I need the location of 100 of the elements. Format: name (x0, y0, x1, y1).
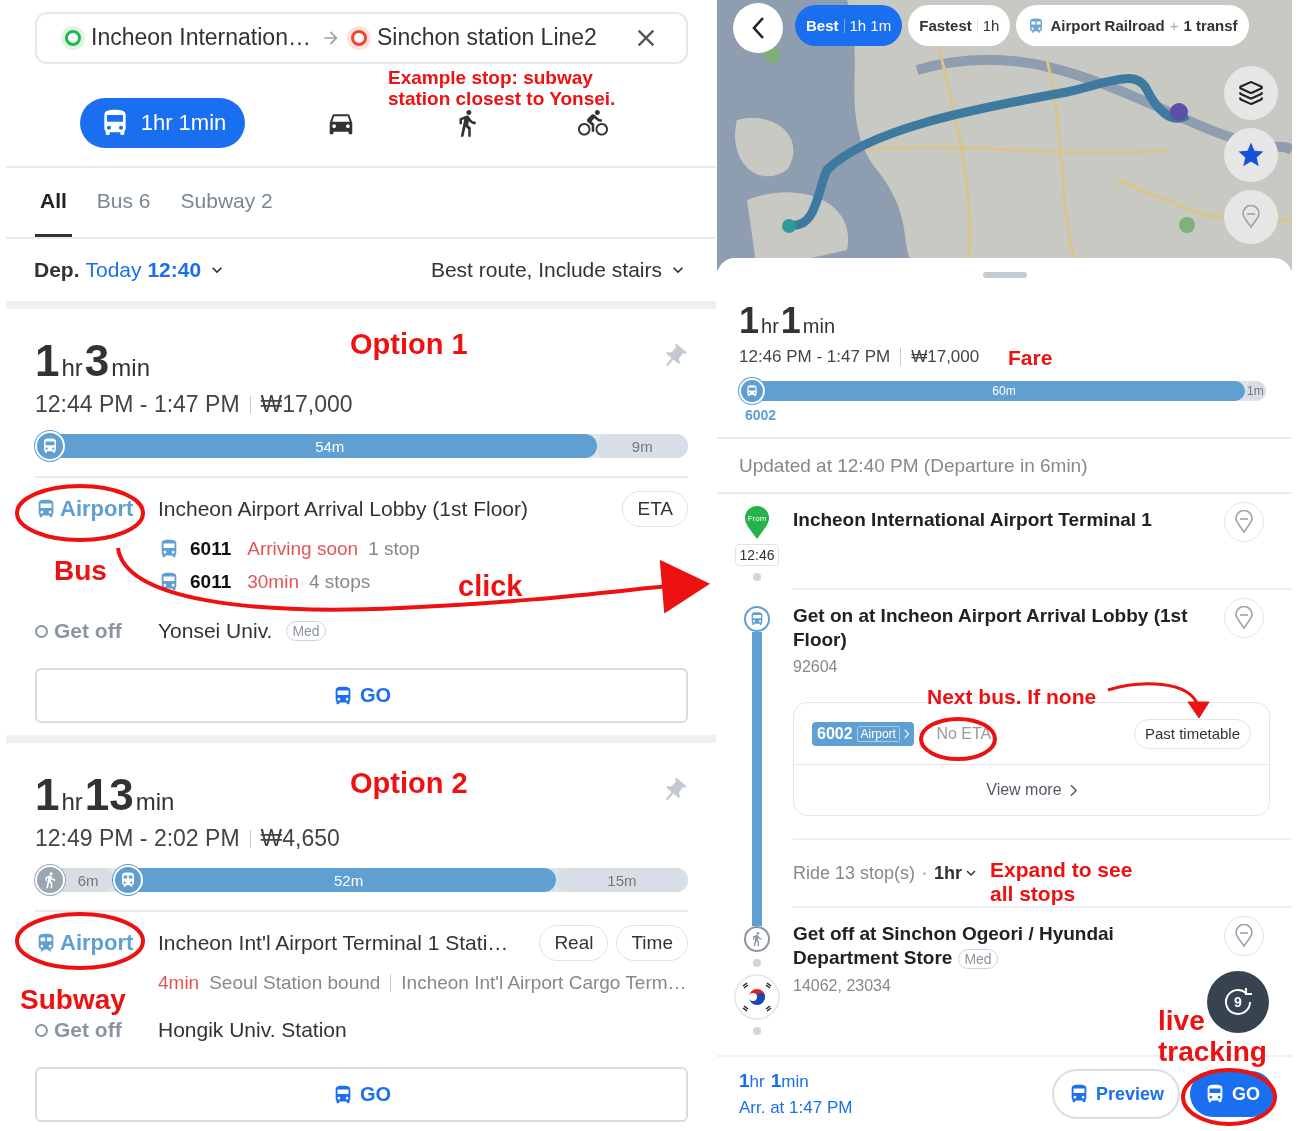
filter-tab[interactable]: Subway 2 (175, 167, 278, 237)
pin-remove-icon (1233, 924, 1255, 948)
route-number: 6011 (190, 537, 232, 560)
minutes-unit: min (802, 316, 836, 336)
eta-text: Arriving soon (247, 537, 359, 560)
annotation-note: Bus (54, 555, 107, 587)
view-more-button[interactable]: View more (794, 765, 1269, 815)
stop-code: 92604 (793, 658, 839, 676)
minutes-value: 1 (780, 303, 801, 339)
filter-tab[interactable]: Bus 6 (91, 167, 156, 237)
flag-icon (734, 974, 780, 1020)
bus-mode-button[interactable]: 1hr 1min (80, 97, 245, 148)
annotation-note: Fare (1008, 346, 1053, 370)
stop-title: Get on at Incheon Airport Arrival Lobby (1st Floor) (793, 604, 1189, 652)
stop-name: Hongik Univ. Station (158, 1018, 347, 1043)
stop-name: Yonsei Univ. (158, 619, 273, 644)
preview-button[interactable]: Preview (1051, 1069, 1180, 1119)
stop-name: Incheon Int'l Airport Terminal 1 Stati… (158, 931, 510, 956)
train-icon (113, 865, 144, 896)
annotation-note: Option 1 (350, 328, 468, 361)
ride-stops: Ride 13 stop(s) (793, 862, 916, 884)
hours-value: 1 (35, 773, 60, 818)
walk-icon (35, 865, 65, 896)
layers-icon (1238, 80, 1264, 106)
hours-unit: hr (761, 316, 779, 336)
fare: ₩4,650 (260, 825, 340, 853)
route-option-chip[interactable]: Fastest 1h (908, 5, 1011, 46)
annotation-note: Subway (20, 984, 126, 1016)
hours-unit: hr (61, 356, 83, 381)
timeline-dot (753, 959, 761, 967)
arrival-time: Arr. at 1:47 PM (739, 1098, 853, 1118)
bike-icon (578, 107, 608, 138)
track-segment: 1m (1244, 381, 1266, 401)
stop-title: Incheon International Airport Terminal 1 (793, 508, 1153, 532)
origin-text: Incheon Internation… (91, 24, 311, 52)
route-option-chip[interactable]: Airport Railroad + 1 transf (1016, 5, 1249, 46)
time-range: 12:44 PM - 1:47 PM (35, 391, 240, 419)
stop-title: Get off at Sinchon Ogeori / Hyundai Department Store Med (793, 922, 1115, 971)
track-segment: 15m (555, 868, 688, 893)
time-range: 12:46 PM - 1:47 PM (739, 347, 891, 367)
get-off-label: Get off (54, 1018, 122, 1043)
annotation-note: Next bus. If none (927, 685, 1097, 709)
bus-icon (35, 431, 65, 462)
track-segment: 9m (596, 434, 688, 459)
time-range: 12:49 PM - 2:02 PM (35, 825, 240, 853)
route-number: 6002 (817, 724, 853, 743)
get-off-label: Get off (54, 619, 122, 644)
fare: ₩17,000 (911, 347, 980, 367)
pin-remove-icon (1240, 205, 1262, 229)
direction-text: Seoul Station bound (209, 971, 381, 994)
total-duration: 1hr 1min (739, 1070, 810, 1092)
bus-icon (744, 606, 770, 632)
hours-value: 1 (35, 339, 60, 384)
hours-unit: hr (61, 790, 83, 815)
go-button[interactable]: GO (35, 1067, 688, 1123)
eta-text: 4min (158, 971, 200, 994)
annotation-note: click (458, 570, 523, 603)
chevron-right-icon (903, 728, 910, 739)
eta-chip[interactable]: ETA (622, 491, 688, 528)
walk-icon (744, 926, 770, 952)
minutes-value: 3 (84, 339, 110, 384)
origin-pin-icon: From (744, 506, 770, 540)
circle-icon (35, 1023, 48, 1037)
stop-name: Incheon Airport Arrival Lobby (1st Floor) (158, 497, 529, 522)
stops-count: 4 stops (309, 570, 371, 593)
stop-code: 14062, 23034 (793, 977, 892, 995)
timeline-dot (753, 573, 761, 581)
next-station: Incheon Int'l Airport Cargo Term… (401, 971, 687, 994)
back-icon (751, 17, 765, 39)
annotation-note: Expand to see all stops (990, 858, 1134, 906)
route-search-field[interactable]: Incheon Internation… Sinchon station Line2 (35, 12, 688, 64)
eta-chip[interactable]: Time (616, 925, 688, 962)
route-option-chip[interactable]: Best 1h 1m (795, 5, 903, 46)
timetable-button[interactable]: Past timetable (1133, 718, 1251, 749)
departure-time-button[interactable]: Dep. Today 12:40 (34, 258, 228, 283)
drag-handle[interactable] (982, 272, 1027, 278)
eta-chip[interactable]: Real (539, 925, 609, 962)
destination-dot-icon (350, 29, 367, 46)
annotation-note: Example stop: subway station closest to Yonsei. (388, 67, 617, 110)
route-number: 6002 (745, 407, 778, 423)
expand-stops-button[interactable]: 1hr (934, 862, 981, 884)
line-label: Airport (60, 496, 134, 523)
origin-dot-icon (65, 29, 81, 46)
go-button[interactable]: GO (35, 668, 688, 724)
direction-tag: Airport (856, 725, 900, 742)
circle-icon (35, 624, 48, 638)
hours-value: 1 (739, 303, 760, 339)
sort-dropdown[interactable]: Best route, Include stairs (430, 258, 688, 283)
chevron-right-icon (1069, 783, 1077, 797)
line-label: Airport (60, 930, 134, 957)
minutes-unit: min (111, 356, 150, 381)
departure-time: 12:46 (735, 544, 779, 566)
pin-remove-icon (1233, 606, 1255, 630)
replay-count: 9 (1234, 994, 1242, 1010)
eta-status: No ETA (935, 724, 993, 743)
annotation-note: Option 2 (350, 767, 468, 800)
pin-remove-icon (1233, 510, 1255, 534)
bus-icon (739, 378, 765, 404)
minutes-unit: min (135, 790, 175, 815)
eta-text: 30min (247, 570, 299, 593)
